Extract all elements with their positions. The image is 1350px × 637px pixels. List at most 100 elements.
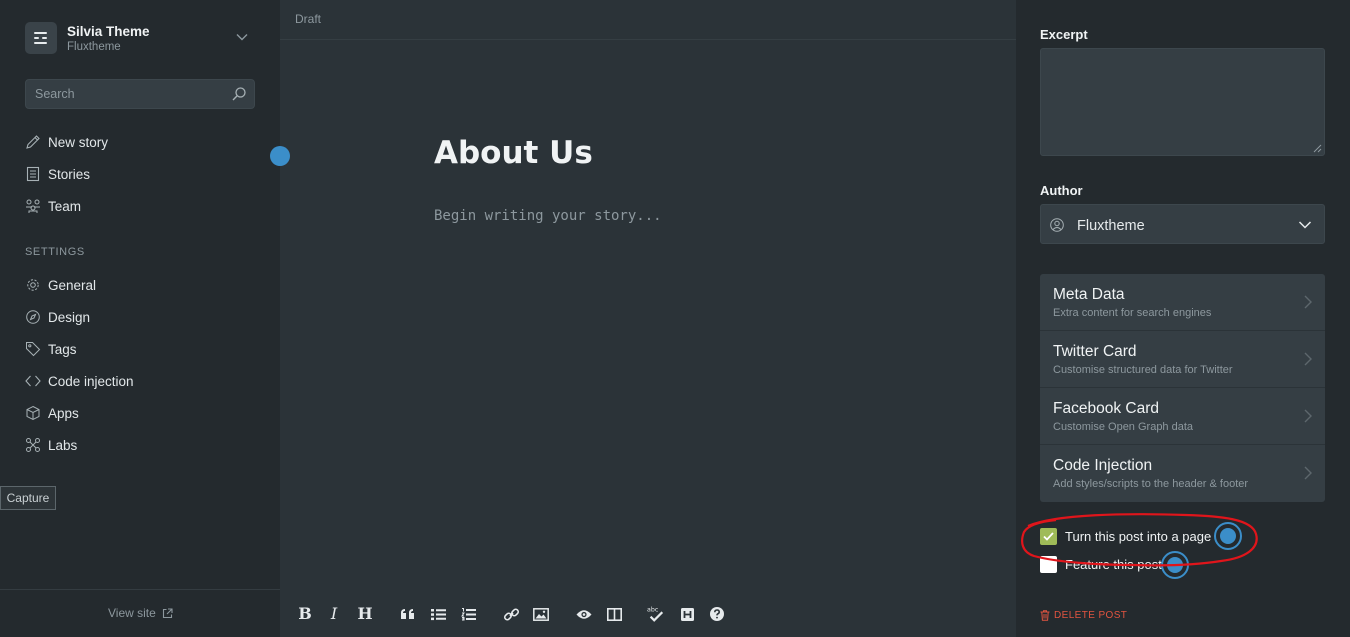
author-name: Fluxtheme: [1077, 218, 1145, 234]
nav-stories[interactable]: Stories: [25, 164, 90, 184]
search-input[interactable]: [26, 80, 221, 108]
menu-description: Extra content for search engines: [1053, 307, 1212, 319]
click-marker: [1214, 522, 1242, 550]
nav-label: Labs: [48, 437, 78, 453]
editor-header: Draft: [280, 0, 1016, 40]
checkmark-icon: [1043, 531, 1054, 541]
nav-apps[interactable]: Apps: [25, 403, 79, 423]
team-icon: [25, 198, 41, 214]
document-list-icon: [25, 166, 41, 182]
menu-description: Add styles/scripts to the header & foote…: [1053, 478, 1249, 490]
feature-checkbox-label: Feature this post: [1065, 556, 1162, 572]
blog-switcher[interactable]: Silvia Theme Fluxtheme: [25, 22, 255, 54]
image-icon[interactable]: [532, 605, 550, 623]
nav-code-injection[interactable]: Code injection: [25, 371, 134, 391]
trash-icon: [1040, 610, 1050, 621]
post-status: Draft: [295, 12, 322, 26]
help-question-icon[interactable]: [708, 605, 726, 623]
chevron-down-icon[interactable]: [235, 30, 249, 44]
nav-design[interactable]: Design: [25, 307, 90, 327]
italic-button[interactable]: I: [325, 605, 343, 623]
feature-post-toggle[interactable]: Feature this post: [1040, 555, 1162, 573]
markdown-toolbar: B I H abc: [280, 589, 1016, 637]
resize-grip-icon[interactable]: [1312, 143, 1322, 153]
feature-checkbox[interactable]: [1040, 555, 1057, 573]
menu-title: Twitter Card: [1053, 343, 1137, 360]
menu-code-injection[interactable]: Code Injection Add styles/scripts to the…: [1040, 445, 1325, 502]
post-body-editor[interactable]: Begin writing your story...: [434, 208, 662, 224]
turn-into-page-toggle[interactable]: Turn this post into a page: [1040, 527, 1211, 545]
box-icon: [25, 405, 41, 421]
delete-post-button[interactable]: DELETE POST: [1040, 610, 1127, 621]
settings-heading: SETTINGS: [25, 246, 85, 258]
nav-label: Design: [48, 309, 91, 325]
chevron-right-icon: [1304, 295, 1312, 309]
view-site-label: View site: [108, 606, 156, 620]
nav-general[interactable]: General: [25, 275, 96, 295]
markdown-help-icon[interactable]: [678, 605, 696, 623]
bullet-list-icon[interactable]: [429, 605, 447, 623]
svg-text:abc: abc: [647, 606, 659, 613]
nav-labs[interactable]: Labs: [25, 435, 77, 455]
user-icon: [1050, 218, 1064, 232]
search-icon[interactable]: [231, 86, 247, 102]
external-link-icon: [162, 607, 173, 618]
nav-label: New story: [48, 134, 109, 150]
blog-logo-icon: [25, 22, 57, 54]
nav-label: Tags: [48, 341, 77, 357]
tag-icon: [25, 341, 41, 357]
menu-facebook-card[interactable]: Facebook Card Customise Open Graph data: [1040, 388, 1325, 445]
nav-label: Team: [48, 198, 82, 214]
nav-new-story[interactable]: New story: [25, 132, 108, 152]
sidebar: Silvia Theme Fluxtheme New story Stories…: [0, 0, 280, 637]
cursor-indicator: [270, 146, 290, 166]
post-settings-menu: Meta Data Extra content for search engin…: [1040, 274, 1325, 502]
delete-post-label: DELETE POST: [1054, 610, 1128, 621]
menu-description: Customise structured data for Twitter: [1053, 364, 1233, 376]
post-settings-panel: Excerpt Author Fluxtheme Meta Data Extra…: [1016, 0, 1350, 637]
numbered-list-icon[interactable]: [459, 605, 477, 623]
gear-icon: [25, 277, 41, 293]
nav-label: General: [48, 277, 97, 293]
chevron-right-icon: [1304, 409, 1312, 423]
menu-twitter-card[interactable]: Twitter Card Customise structured data f…: [1040, 331, 1325, 388]
view-site-link[interactable]: View site: [108, 606, 173, 620]
menu-title: Code Injection: [1053, 457, 1153, 474]
preview-eye-icon[interactable]: [575, 605, 593, 623]
code-icon: [25, 373, 41, 389]
nav-label: Stories: [48, 166, 91, 182]
chevron-right-icon: [1304, 352, 1312, 366]
nav-tags[interactable]: Tags: [25, 339, 77, 359]
blog-user: Fluxtheme: [67, 41, 121, 53]
side-by-side-icon[interactable]: [605, 605, 623, 623]
nav-team[interactable]: Team: [25, 196, 81, 216]
author-label: Author: [1040, 183, 1083, 198]
bold-button[interactable]: B: [296, 605, 314, 623]
menu-description: Customise Open Graph data: [1053, 421, 1194, 433]
quote-icon[interactable]: [398, 605, 416, 623]
post-title-input[interactable]: About Us: [434, 135, 593, 171]
heading-button[interactable]: H: [356, 605, 374, 623]
capture-tooltip: Capture: [0, 486, 56, 510]
spellcheck-icon[interactable]: abc: [647, 605, 665, 623]
blog-title: Silvia Theme: [67, 24, 150, 39]
menu-meta-data[interactable]: Meta Data Extra content for search engin…: [1040, 274, 1325, 331]
excerpt-textarea[interactable]: [1040, 48, 1325, 156]
author-select[interactable]: Fluxtheme: [1040, 204, 1325, 244]
excerpt-label: Excerpt: [1040, 27, 1088, 42]
chevron-down-icon: [1298, 221, 1312, 229]
sidebar-footer: View site: [0, 589, 280, 637]
pencil-icon: [25, 134, 41, 150]
nav-label: Apps: [48, 405, 79, 421]
compass-icon: [25, 309, 41, 325]
menu-title: Facebook Card: [1053, 400, 1159, 417]
page-checkbox[interactable]: [1040, 527, 1057, 545]
editor: Draft About Us Begin writing your story.…: [280, 0, 1016, 637]
menu-title: Meta Data: [1053, 286, 1125, 303]
page-checkbox-label: Turn this post into a page: [1065, 528, 1212, 544]
link-icon[interactable]: [502, 605, 520, 623]
click-marker: [1161, 551, 1189, 579]
chevron-right-icon: [1304, 466, 1312, 480]
search-box: [25, 79, 255, 109]
labs-icon: [25, 437, 41, 453]
